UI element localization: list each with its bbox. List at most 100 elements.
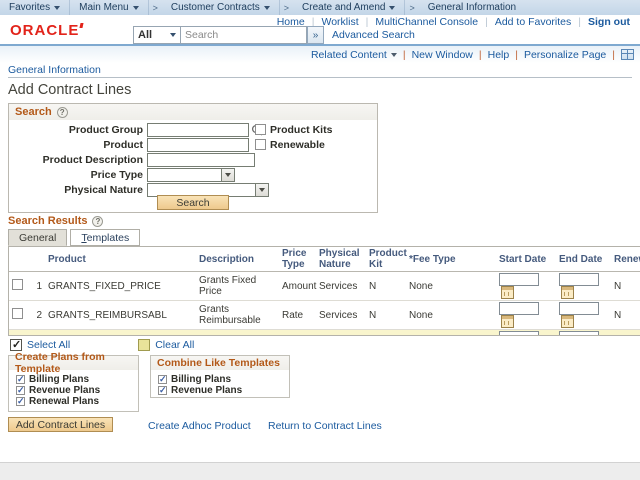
- divider: |: [578, 16, 581, 28]
- price-type-label: Price Type: [9, 169, 147, 181]
- renewal-plans-checkbox[interactable]: [16, 397, 25, 406]
- tab-general[interactable]: General: [8, 229, 67, 246]
- billing-plans-option: Billing Plans: [16, 374, 138, 384]
- clear-all-icon[interactable]: [138, 339, 150, 351]
- row-number: 3: [33, 330, 45, 337]
- create-plans-groupbox: Create Plans from Template Billing Plans…: [8, 355, 139, 412]
- help-icon[interactable]: [92, 216, 103, 227]
- new-window-link[interactable]: New Window: [412, 49, 473, 61]
- physical-nature-label: Physical Nature: [9, 184, 147, 196]
- create-adhoc-product-link[interactable]: Create Adhoc Product: [148, 420, 251, 432]
- product-description-input[interactable]: [147, 153, 255, 167]
- breadcrumb-general-information[interactable]: General Information: [419, 0, 525, 15]
- col-product-kit: Product Kit: [366, 247, 406, 272]
- combine-revenue-plans-label: Revenue Plans: [171, 385, 242, 396]
- breadcrumb-customer-contracts[interactable]: Customer Contracts: [162, 0, 280, 15]
- tab-templates[interactable]: Templates: [70, 229, 140, 246]
- start-date-input[interactable]: [499, 302, 539, 315]
- help-icon[interactable]: [57, 107, 68, 118]
- revenue-plans-option: Revenue Plans: [16, 385, 138, 395]
- row-number: 1: [33, 272, 45, 301]
- end-date-input[interactable]: [559, 273, 599, 286]
- personalize-page-link[interactable]: Personalize Page: [524, 49, 606, 61]
- dropdown-button: [255, 184, 268, 196]
- col-product: Product: [45, 247, 196, 272]
- breadcrumb-create-and-amend[interactable]: Create and Amend: [293, 0, 405, 15]
- col-fee-type: *Fee Type: [406, 247, 496, 272]
- search-go-button[interactable]: [307, 26, 324, 44]
- product-label: Product: [9, 139, 147, 151]
- cell-fee-type: None: [406, 301, 496, 330]
- breadcrumb-favorites[interactable]: Favorites: [0, 0, 70, 15]
- cell-price-type: Amount: [279, 272, 316, 301]
- col-renewable: Renewable: [611, 247, 640, 272]
- chevron-down-icon: [389, 6, 395, 10]
- app-header: ORACLE Home | Worklist | MultiChannel Co…: [0, 15, 640, 44]
- renewable-checkbox[interactable]: [255, 139, 266, 150]
- table-row: 1 GRANTS_FIXED_PRICE Grants Fixed Price …: [9, 272, 640, 301]
- calendar-icon[interactable]: [561, 286, 574, 299]
- add-contract-lines-button[interactable]: Add Contract Lines: [8, 417, 113, 432]
- product-kits-checkbox-row: Product Kits: [255, 124, 332, 136]
- combine-billing-plans-checkbox[interactable]: [158, 375, 167, 384]
- related-content-menu[interactable]: Related Content: [311, 49, 397, 61]
- price-type-value: [148, 169, 221, 181]
- create-plans-title: Create Plans from Template: [15, 351, 132, 375]
- product-kits-checkbox[interactable]: [255, 124, 266, 135]
- page-toolbar: Related Content | New Window | Help | Pe…: [0, 46, 640, 63]
- clear-all-link[interactable]: Clear All: [155, 339, 194, 351]
- table-row: 2 GRANTS_REIMBURSABL Grants Reimbursable…: [9, 301, 640, 330]
- divider: |: [515, 49, 518, 61]
- product-group-input[interactable]: [147, 123, 249, 137]
- sign-out-link[interactable]: Sign out: [588, 16, 630, 28]
- cell-renewable: N: [611, 272, 640, 301]
- table-row-selected: 3 GRANTS_REIMB_CWS CWS Product Rate Serv…: [9, 330, 640, 337]
- results-grid: Product Description Price Type Physical …: [8, 246, 640, 336]
- row-select-checkbox[interactable]: [12, 308, 23, 319]
- breadcrumb-label: Customer Contracts: [171, 2, 260, 13]
- row-select-checkbox[interactable]: [12, 279, 23, 290]
- advanced-search-link[interactable]: Advanced Search: [332, 29, 415, 41]
- return-to-contract-lines-link[interactable]: Return to Contract Lines: [268, 420, 382, 432]
- help-link[interactable]: Help: [488, 49, 510, 61]
- revenue-plans-checkbox[interactable]: [16, 386, 25, 395]
- search-button[interactable]: Search: [157, 195, 229, 210]
- billing-plans-label: Billing Plans: [29, 374, 89, 385]
- cell-renewable: N: [611, 301, 640, 330]
- breadcrumb-main-menu[interactable]: Main Menu: [70, 0, 148, 15]
- combine-revenue-plans-option: Revenue Plans: [158, 385, 289, 395]
- combine-templates-header: Combine Like Templates: [151, 356, 289, 370]
- calendar-icon[interactable]: [501, 315, 514, 328]
- col-physical-nature: Physical Nature: [316, 247, 366, 272]
- general-information-link[interactable]: General Information: [8, 64, 101, 76]
- combine-revenue-plans-checkbox[interactable]: [158, 386, 167, 395]
- start-date-input[interactable]: [499, 273, 539, 286]
- row-number: 2: [33, 301, 45, 330]
- create-plans-header: Create Plans from Template: [9, 356, 138, 370]
- end-date-input[interactable]: [559, 302, 599, 315]
- price-type-select[interactable]: [147, 168, 235, 182]
- oracle-logo: ORACLE: [10, 22, 79, 39]
- product-group-row: Product Group Product Kits: [9, 122, 377, 137]
- start-date-input[interactable]: [499, 331, 539, 336]
- col-start-date: Start Date: [496, 247, 556, 272]
- search-section-title: Search: [15, 106, 52, 118]
- search-scope-dropdown[interactable]: All: [133, 26, 181, 44]
- add-to-favorites-link[interactable]: Add to Favorites: [495, 16, 571, 28]
- calendar-icon[interactable]: [501, 286, 514, 299]
- cell-physical-nature: Services: [316, 272, 366, 301]
- global-search-input[interactable]: [181, 26, 307, 44]
- calendar-icon[interactable]: [561, 315, 574, 328]
- global-search: All Advanced Search: [133, 26, 415, 44]
- physical-nature-value: [148, 184, 255, 196]
- billing-plans-checkbox[interactable]: [16, 375, 25, 384]
- end-date-input[interactable]: [559, 331, 599, 336]
- select-all-link[interactable]: Select All: [27, 339, 70, 351]
- select-all-icon[interactable]: [10, 339, 22, 351]
- layout-grid-icon[interactable]: [621, 49, 634, 60]
- divider: |: [479, 49, 482, 61]
- cell-fee-type: None: [406, 330, 496, 337]
- product-description-label: Product Description: [9, 154, 147, 166]
- select-column-header: [9, 247, 33, 272]
- product-input[interactable]: [147, 138, 249, 152]
